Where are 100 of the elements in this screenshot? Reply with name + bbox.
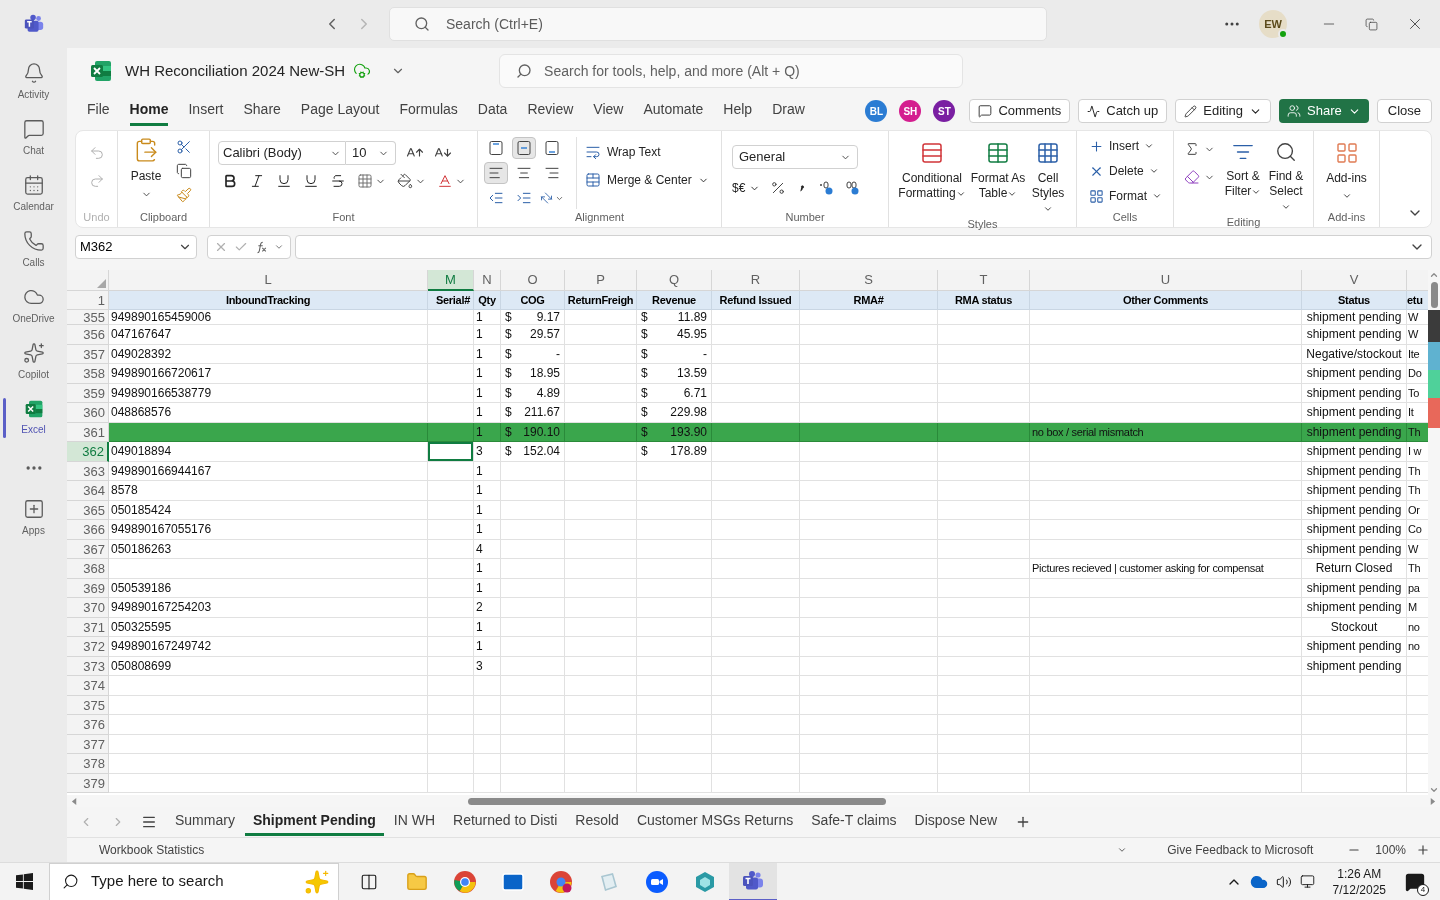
row-header[interactable]: 360	[67, 403, 109, 423]
row-header[interactable]: 369	[67, 578, 109, 598]
table-cell-text: 050185424	[110, 501, 173, 519]
ribbon-tab[interactable]: Review	[527, 96, 574, 126]
close-button[interactable]: Close	[1376, 99, 1432, 123]
row-header[interactable]: 368	[67, 559, 109, 579]
name-box[interactable]: M362	[75, 235, 197, 259]
merge-center-button[interactable]: Merge & Center	[585, 171, 709, 189]
sheet-tab[interactable]: Returned to Disti	[445, 808, 566, 836]
row-header[interactable]: 377	[67, 734, 109, 754]
row-header[interactable]: 359	[67, 383, 109, 403]
table-cell-text: 050186263	[110, 540, 173, 558]
ribbon-tab[interactable]: Help	[723, 96, 753, 126]
row-header[interactable]: 373	[67, 656, 109, 676]
row-header[interactable]: 378	[67, 754, 109, 774]
share-button[interactable]: Share	[1279, 99, 1369, 123]
column-title: InboundTracking	[225, 294, 311, 306]
insert-button[interactable]: Insert	[1089, 137, 1162, 155]
notifications-button[interactable]: 4	[1404, 870, 1426, 893]
rail-item[interactable]: OneDrive	[2, 278, 65, 334]
row-header[interactable]: 372	[67, 637, 109, 657]
ribbon-tab[interactable]: Draw	[772, 96, 805, 126]
editing-button[interactable]: Editing	[1175, 99, 1272, 123]
zoom-level[interactable]: 100%	[1375, 841, 1406, 859]
row-header[interactable]: 355	[67, 310, 109, 325]
cell-styles-button[interactable]: Cell Styles	[1027, 137, 1069, 216]
paste-button[interactable]: Paste	[124, 137, 168, 209]
row-header[interactable]: 365	[67, 500, 109, 520]
taskbar-search-field[interactable]: Type here to search	[49, 862, 339, 900]
ribbon-tab[interactable]: Page Layout	[300, 96, 380, 126]
row-header[interactable]: 367	[67, 539, 109, 559]
find-select-button[interactable]: Find & Select	[1265, 137, 1307, 214]
row-header[interactable]: 364	[67, 481, 109, 501]
currency-button[interactable]: $€	[732, 179, 761, 197]
table-cell-text: $ 29.57	[504, 326, 561, 343]
delete-button[interactable]: Delete	[1089, 162, 1162, 180]
rail-item[interactable]: Apps	[2, 490, 65, 546]
ribbon-tab[interactable]: Share	[243, 96, 281, 126]
document-title[interactable]: WH Reconciliation 2024 New-SH	[125, 59, 346, 83]
sheet-tab[interactable]: Resold	[567, 808, 627, 836]
font-name-dropdown[interactable]: Calibri (Body)	[218, 141, 346, 165]
wrap-text-button[interactable]: Wrap Text	[585, 143, 709, 161]
search-field[interactable]: Search (Ctrl+E)	[389, 7, 1047, 41]
row-header[interactable]: 375	[67, 695, 109, 715]
sheet-tab[interactable]: Customer MSGs Returns	[628, 808, 802, 836]
rail-item[interactable]: Chat	[2, 110, 65, 166]
sheet-tab[interactable]: IN WH	[385, 808, 443, 836]
clock-date[interactable]: 7/12/2025	[1332, 881, 1386, 898]
row-header[interactable]: 379	[67, 773, 109, 793]
workbook-statistics-link[interactable]: Workbook Statistics	[99, 841, 205, 859]
row-header[interactable]: 376	[67, 715, 109, 735]
rail-item[interactable]: Calls	[2, 222, 65, 278]
row-header[interactable]: 374	[67, 676, 109, 696]
collaborator-avatar[interactable]: ST	[933, 100, 956, 122]
row-header[interactable]: 363	[67, 461, 109, 481]
number-format-dropdown[interactable]: General	[732, 145, 858, 169]
ribbon-tab[interactable]: Insert	[188, 96, 224, 126]
row-header[interactable]: 361	[67, 422, 109, 442]
row-header[interactable]: 370	[67, 598, 109, 618]
row-header[interactable]: 371	[67, 617, 109, 637]
ribbon-tab[interactable]: Data	[477, 96, 508, 126]
row-header[interactable]: 356	[67, 325, 109, 345]
comments-button[interactable]: Comments	[969, 99, 1071, 123]
add-ins-button[interactable]: Add-ins	[1320, 137, 1373, 209]
ribbon-tab[interactable]: Automate	[643, 96, 704, 126]
sheet-tab[interactable]: Dispose New	[906, 808, 1006, 836]
collaborator-avatar[interactable]: BL	[865, 100, 888, 122]
rail-item[interactable]: Excel	[2, 390, 65, 446]
sheet-tab[interactable]: Safe-T claims	[803, 808, 905, 836]
rail-item[interactable]: Copilot	[2, 334, 65, 390]
row-header[interactable]: 1	[67, 291, 109, 310]
table-cell-text: Th	[1407, 424, 1422, 440]
row-header[interactable]: 357	[67, 344, 109, 364]
ribbon-tab[interactable]: Home	[129, 96, 169, 126]
sheet-tab[interactable]: Summary	[167, 808, 243, 836]
table-cell-text: 1	[475, 365, 484, 382]
ribbon-tab[interactable]: Formulas	[399, 96, 458, 126]
rail-item[interactable]: Activity	[2, 54, 65, 110]
ribbon-tab[interactable]: File	[87, 96, 110, 126]
column-header[interactable]: M	[428, 270, 474, 291]
sort-filter-button[interactable]: Sort & Filter	[1223, 137, 1263, 214]
user-avatar[interactable]: EW	[1259, 10, 1287, 38]
tools-search-field[interactable]: Search for tools, help, and more (Alt + Q)	[499, 54, 964, 88]
clock-time[interactable]: 1:26 AM	[1337, 865, 1382, 882]
row-header[interactable]: 362	[67, 442, 109, 462]
row-header[interactable]: 358	[67, 364, 109, 384]
table-cell-text: Ite	[1407, 346, 1421, 362]
table-cell-text: 1	[475, 482, 484, 499]
conditional-formatting-button[interactable]: Conditional Formatting	[895, 137, 969, 216]
ribbon-tab[interactable]: View	[593, 96, 624, 126]
feedback-link[interactable]: Give Feedback to Microsoft	[1167, 841, 1314, 859]
format-button[interactable]: Format	[1089, 187, 1162, 205]
catch-up-button[interactable]: Catch up	[1078, 99, 1168, 123]
row-header[interactable]: 366	[67, 520, 109, 540]
rail-item[interactable]: Calendar	[2, 166, 65, 222]
font-size-dropdown[interactable]: 10	[346, 141, 396, 165]
group-label: Editing	[1225, 215, 1262, 230]
table-cell-text: 1	[475, 638, 484, 655]
collaborator-avatar[interactable]: SH	[899, 100, 922, 122]
format-as-table-button[interactable]: Format As Table	[969, 137, 1027, 216]
